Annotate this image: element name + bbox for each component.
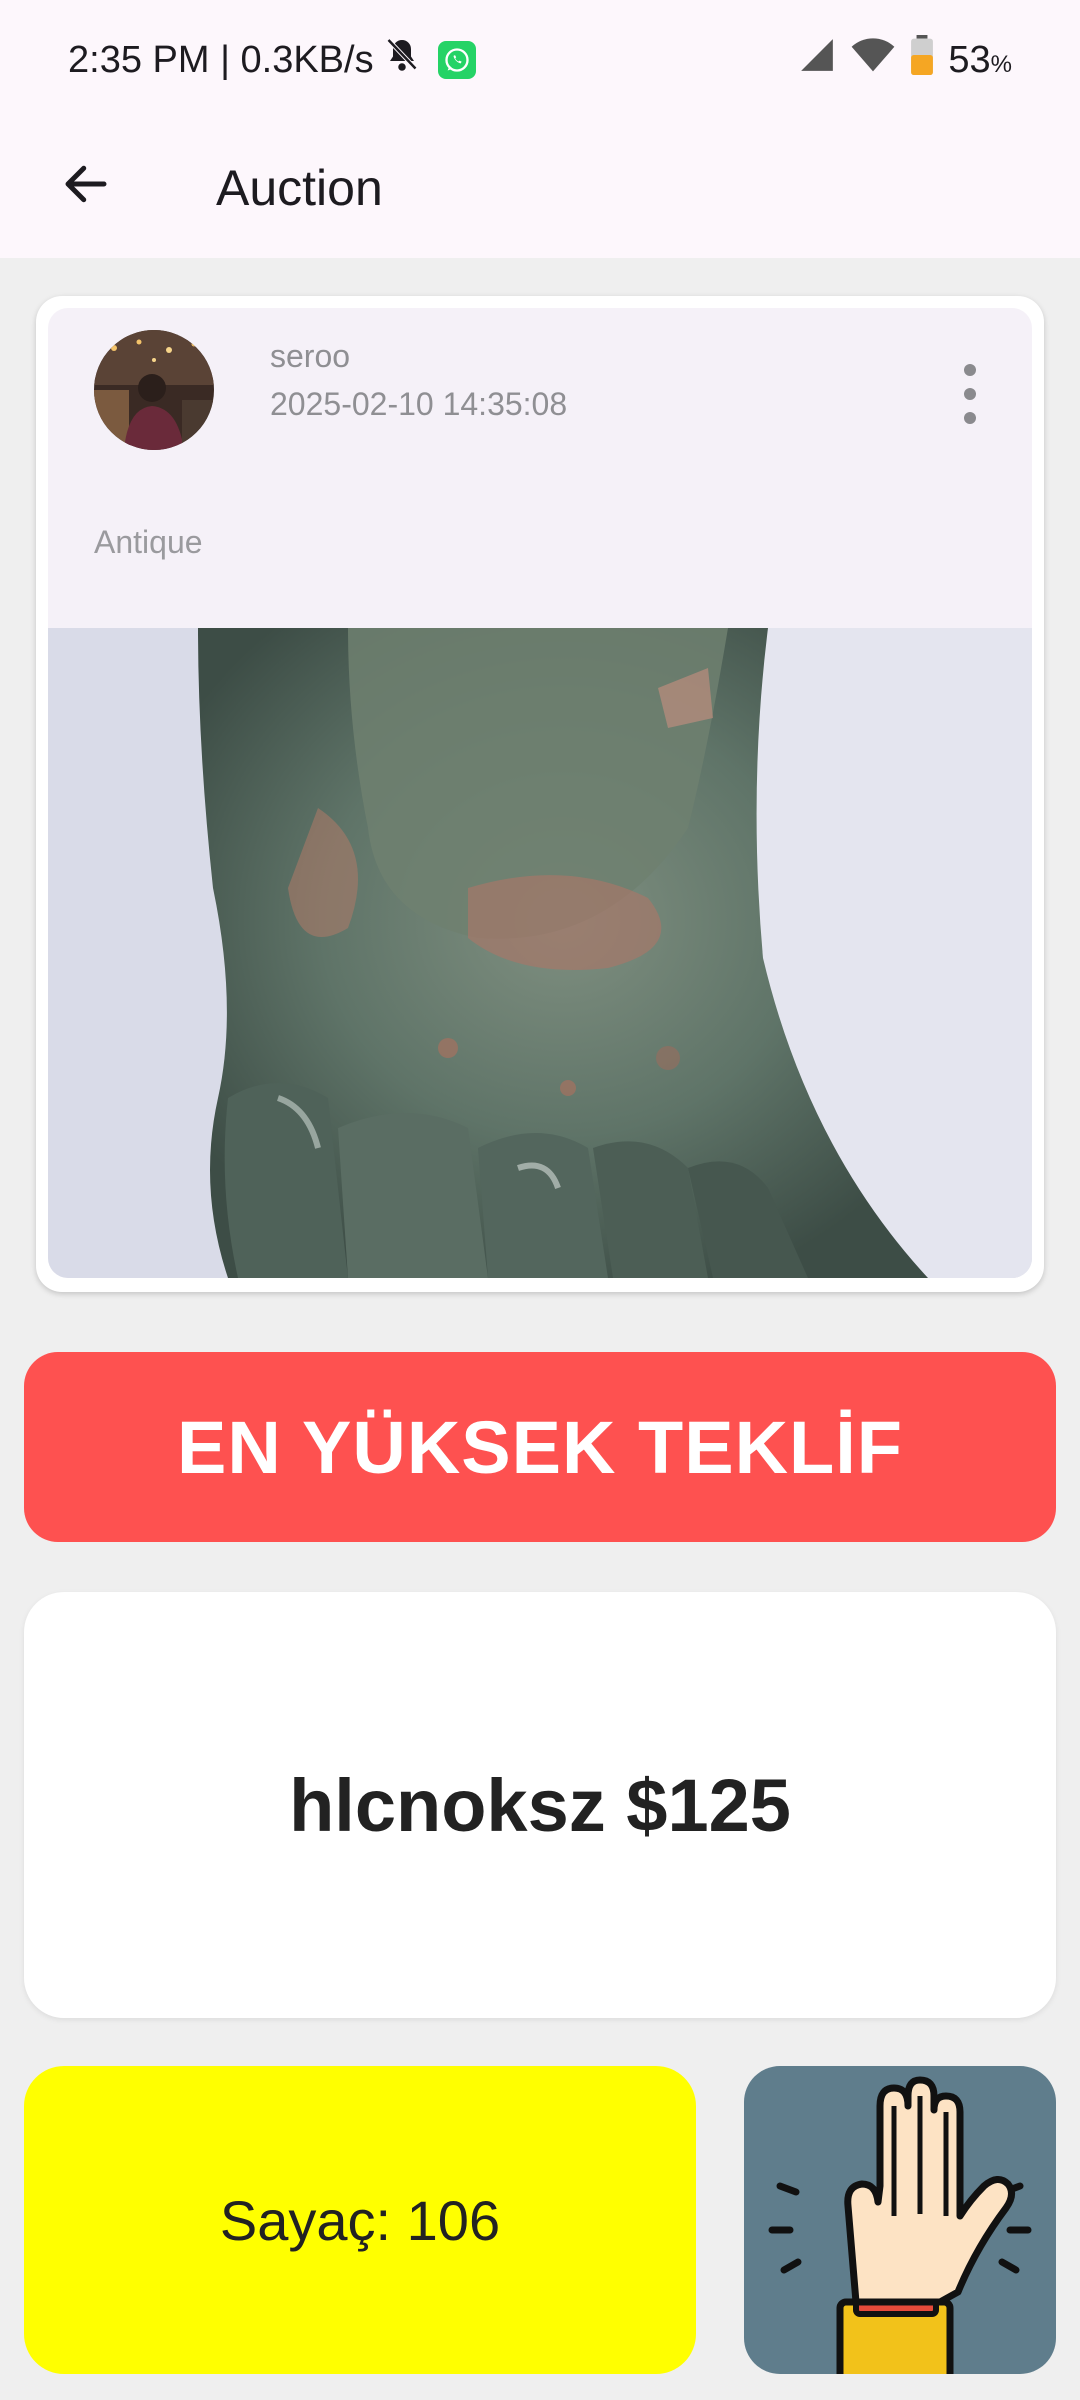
status-time: 2:35 PM | 0.3KB/s bbox=[68, 38, 374, 81]
highest-bid-banner: EN YÜKSEK TEKLİF bbox=[24, 1352, 1056, 1542]
counter-display: Sayaç: 106 bbox=[24, 2066, 696, 2374]
notifications-muted-icon bbox=[384, 35, 420, 85]
post-timestamp: 2025-02-10 14:35:08 bbox=[270, 386, 568, 422]
more-vertical-icon bbox=[964, 364, 976, 376]
wifi-icon bbox=[850, 35, 896, 85]
post-card[interactable]: seroo 2025-02-10 14:35:08 Antique bbox=[36, 296, 1044, 1292]
app-bar: Auction bbox=[0, 120, 1080, 258]
battery-icon bbox=[910, 35, 934, 85]
battery-percent: 53 bbox=[948, 38, 991, 81]
back-button[interactable] bbox=[46, 146, 126, 226]
avatar[interactable] bbox=[94, 330, 214, 450]
post-image[interactable] bbox=[48, 628, 1032, 1278]
whatsapp-icon bbox=[437, 41, 476, 79]
post-category: Antique bbox=[94, 524, 203, 560]
raise-hand-icon bbox=[744, 2076, 1056, 2374]
arrow-left-icon bbox=[59, 157, 113, 216]
battery-unit: % bbox=[990, 50, 1012, 78]
page-title: Auction bbox=[216, 160, 383, 216]
signal-icon bbox=[798, 36, 836, 84]
raise-hand-button[interactable] bbox=[744, 2066, 1056, 2374]
more-options-button[interactable] bbox=[960, 364, 980, 424]
post-username[interactable]: seroo bbox=[270, 338, 350, 375]
top-bar: 2:35 PM | 0.3KB/s 53% Auction bbox=[0, 0, 1080, 258]
highest-bid-value: hlcnoksz $125 bbox=[24, 1592, 1056, 2018]
status-bar: 2:35 PM | 0.3KB/s 53% bbox=[0, 0, 1080, 120]
